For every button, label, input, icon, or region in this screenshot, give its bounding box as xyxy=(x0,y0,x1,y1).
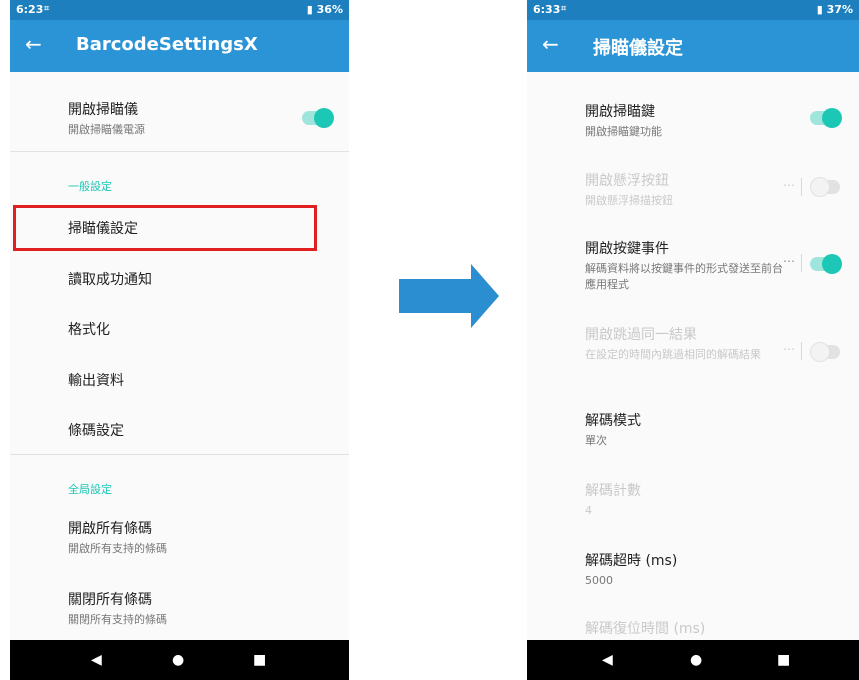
setting-value: 單次 xyxy=(585,434,607,447)
scanner-status-icon: ⌗ xyxy=(561,4,567,14)
setting-title: 解碼復位時間 (ms) xyxy=(585,621,706,637)
setting-title: 開啟掃瞄鍵 xyxy=(585,104,655,120)
setting-subtitle: 開啟所有支持的條碼 xyxy=(68,542,167,555)
setting-title: 開啟懸浮按鈕 xyxy=(585,173,669,189)
app-title: 掃瞄儀設定 xyxy=(593,38,683,59)
highlight-box xyxy=(13,205,317,251)
status-time: 6:23 xyxy=(16,3,44,16)
menu-item-label: 格式化 xyxy=(68,322,110,338)
more-options-icon[interactable]: ⋯ xyxy=(783,178,795,192)
setting-title: 解碼超時 (ms) xyxy=(585,553,678,569)
battery-icon: ▮ xyxy=(306,3,313,16)
recents-nav-icon[interactable]: ■ xyxy=(253,652,266,668)
setting-title: 解碼計數 xyxy=(585,483,641,499)
divider xyxy=(10,151,349,152)
navigation-bar: ◀ ● ■ xyxy=(10,640,349,680)
setting-subtitle: 解碼資料將以按鍵事件的形式發送至前台應用程式 xyxy=(585,262,783,291)
menu-item-format[interactable]: 格式化 xyxy=(68,319,337,339)
section-header-global: 全局設定 xyxy=(68,483,112,496)
setting-title: 開啟跳過同一結果 xyxy=(585,327,697,343)
phone-screen-right: 6:33 ⌗ ▮ 37% ← 掃瞄儀設定 開啟掃瞄鍵 開啟掃瞄鍵功能 開啟懸浮按… xyxy=(527,0,859,680)
key-event-toggle[interactable] xyxy=(810,254,842,274)
setting-title: 開啟掃瞄儀 xyxy=(68,102,138,118)
setting-decode-mode[interactable]: 解碼模式 單次 xyxy=(585,410,847,449)
menu-item-label: 條碼設定 xyxy=(68,423,124,439)
menu-item-output-data[interactable]: 輸出資料 xyxy=(68,370,337,390)
setting-subtitle: 關閉所有支持的條碼 xyxy=(68,613,167,626)
back-arrow-icon[interactable]: ← xyxy=(542,32,559,56)
setting-decode-count[interactable]: 解碼計數 4 xyxy=(585,480,847,519)
setting-title: 開啟所有條碼 xyxy=(68,521,152,537)
floating-button-toggle[interactable] xyxy=(810,177,840,197)
menu-item-label: 輸出資料 xyxy=(68,373,124,389)
setting-title: 解碼模式 xyxy=(585,413,641,429)
app-bar: ← 掃瞄儀設定 xyxy=(527,20,859,72)
toggle-thumb xyxy=(810,342,830,362)
scanner-power-setting[interactable]: 開啟掃瞄儀 開啟掃瞄儀電源 xyxy=(68,99,337,138)
divider xyxy=(10,454,349,455)
more-options-icon[interactable]: ⋯ xyxy=(783,254,795,268)
toggle-thumb xyxy=(822,254,842,274)
battery-level: 36% xyxy=(316,3,343,16)
toggle-thumb xyxy=(810,177,830,197)
toggle-thumb xyxy=(822,108,842,128)
setting-subtitle: 開啟掃瞄儀電源 xyxy=(68,123,145,136)
toggle-thumb xyxy=(314,108,334,128)
scan-key-toggle[interactable] xyxy=(810,108,842,128)
app-bar: ← BarcodeSettingsX xyxy=(10,20,349,72)
back-nav-icon[interactable]: ◀ xyxy=(91,652,102,668)
scanner-power-toggle[interactable] xyxy=(302,108,334,128)
scanner-status-icon: ⌗ xyxy=(44,4,50,14)
menu-item-label: 讀取成功通知 xyxy=(68,272,152,288)
phone-screen-left: 6:23 ⌗ ▮ 36% ← BarcodeSettingsX 開啟掃瞄儀 開啟… xyxy=(10,0,349,680)
divider xyxy=(801,178,802,196)
setting-scan-key[interactable]: 開啟掃瞄鍵 開啟掃瞄鍵功能 xyxy=(585,101,789,140)
more-options-icon[interactable]: ⋯ xyxy=(783,342,795,356)
setting-title: 關閉所有條碼 xyxy=(68,592,152,608)
setting-decode-reset-time[interactable]: 解碼復位時間 (ms) xyxy=(585,618,847,638)
setting-subtitle: 在設定的時間內跳過相同的解碼結果 xyxy=(585,348,761,361)
recents-nav-icon[interactable]: ■ xyxy=(777,652,790,668)
transition-arrow-icon xyxy=(399,264,499,328)
home-nav-icon[interactable]: ● xyxy=(690,652,702,668)
menu-item-enable-all-barcodes[interactable]: 開啟所有條碼 開啟所有支持的條碼 xyxy=(68,518,337,557)
setting-title: 開啟按鍵事件 xyxy=(585,241,669,257)
setting-value: 4 xyxy=(585,504,592,517)
back-arrow-icon[interactable]: ← xyxy=(25,32,42,56)
setting-subtitle: 開啟掃瞄鍵功能 xyxy=(585,125,662,138)
back-nav-icon[interactable]: ◀ xyxy=(602,652,613,668)
battery-icon: ▮ xyxy=(816,3,823,16)
status-bar: 6:23 ⌗ ▮ 36% xyxy=(10,0,349,20)
app-title: BarcodeSettingsX xyxy=(76,34,258,55)
home-nav-icon[interactable]: ● xyxy=(172,652,184,668)
section-header-general: 一般設定 xyxy=(68,180,112,193)
battery-indicator: ▮ 36% xyxy=(307,3,343,16)
skip-same-result-toggle[interactable] xyxy=(810,342,840,362)
status-time: 6:33 xyxy=(533,3,561,16)
setting-subtitle: 開啟懸浮掃描按鈕 xyxy=(585,194,673,207)
battery-indicator: ▮ 37% xyxy=(817,3,853,16)
setting-value: 5000 xyxy=(585,574,613,587)
setting-skip-same-result[interactable]: 開啟跳過同一結果 在設定的時間內跳過相同的解碼結果 xyxy=(585,324,789,363)
divider xyxy=(801,254,802,272)
setting-floating-button[interactable]: 開啟懸浮按鈕 開啟懸浮掃描按鈕 xyxy=(585,170,789,209)
setting-key-event[interactable]: 開啟按鍵事件 解碼資料將以按鍵事件的形式發送至前台應用程式 xyxy=(585,238,789,293)
menu-item-disable-all-barcodes[interactable]: 關閉所有條碼 關閉所有支持的條碼 xyxy=(68,589,337,628)
menu-item-barcode-settings[interactable]: 條碼設定 xyxy=(68,420,337,440)
status-bar: 6:33 ⌗ ▮ 37% xyxy=(527,0,859,20)
setting-decode-timeout[interactable]: 解碼超時 (ms) 5000 xyxy=(585,550,847,589)
divider xyxy=(801,342,802,360)
navigation-bar: ◀ ● ■ xyxy=(527,640,859,680)
menu-item-read-success-notify[interactable]: 讀取成功通知 xyxy=(68,269,337,289)
battery-level: 37% xyxy=(826,3,853,16)
